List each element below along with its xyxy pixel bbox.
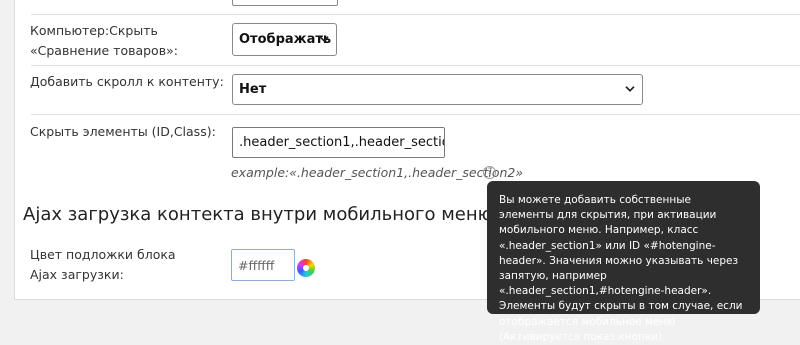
divider — [31, 114, 800, 115]
compare-select-value: Отображать — [239, 32, 332, 47]
compare-select[interactable]: Отображать — [232, 23, 337, 56]
scroll-label: Добавить скролл к контенту: — [30, 74, 224, 89]
compare-label: Компьютер:Скрыть «Сравнение товаров»: — [30, 23, 178, 58]
color-wheel-icon[interactable] — [297, 259, 315, 277]
help-tooltip: Вы можете добавить собственные элементы … — [487, 181, 760, 343]
tooltip-text: Вы можете добавить собственные элементы … — [499, 194, 743, 343]
ajax-bg-color-input[interactable]: #ffffff — [231, 249, 295, 281]
chevron-down-icon — [319, 31, 329, 46]
hide-elements-label: Скрыть элементы (ID,Class): — [30, 124, 216, 139]
question-circle-icon[interactable]: ? — [483, 166, 496, 179]
divider — [31, 14, 800, 15]
hide-elements-example: example:«.header_section1,.header_sectio… — [231, 165, 524, 180]
section-title: Ajax загрузка контекта внутри мобильного… — [23, 204, 499, 225]
hide-elements-input[interactable]: .header_section1,.header_section2 .h_ — [232, 127, 445, 158]
scroll-select-value: Нет — [239, 82, 267, 97]
chevron-down-icon — [625, 81, 635, 96]
divider — [31, 65, 800, 66]
ajax-bg-label: Цвет подложки блока Ajax загрузки: — [30, 247, 176, 282]
scroll-select[interactable]: Нет — [232, 74, 643, 105]
top-partial-input[interactable] — [232, 0, 338, 6]
